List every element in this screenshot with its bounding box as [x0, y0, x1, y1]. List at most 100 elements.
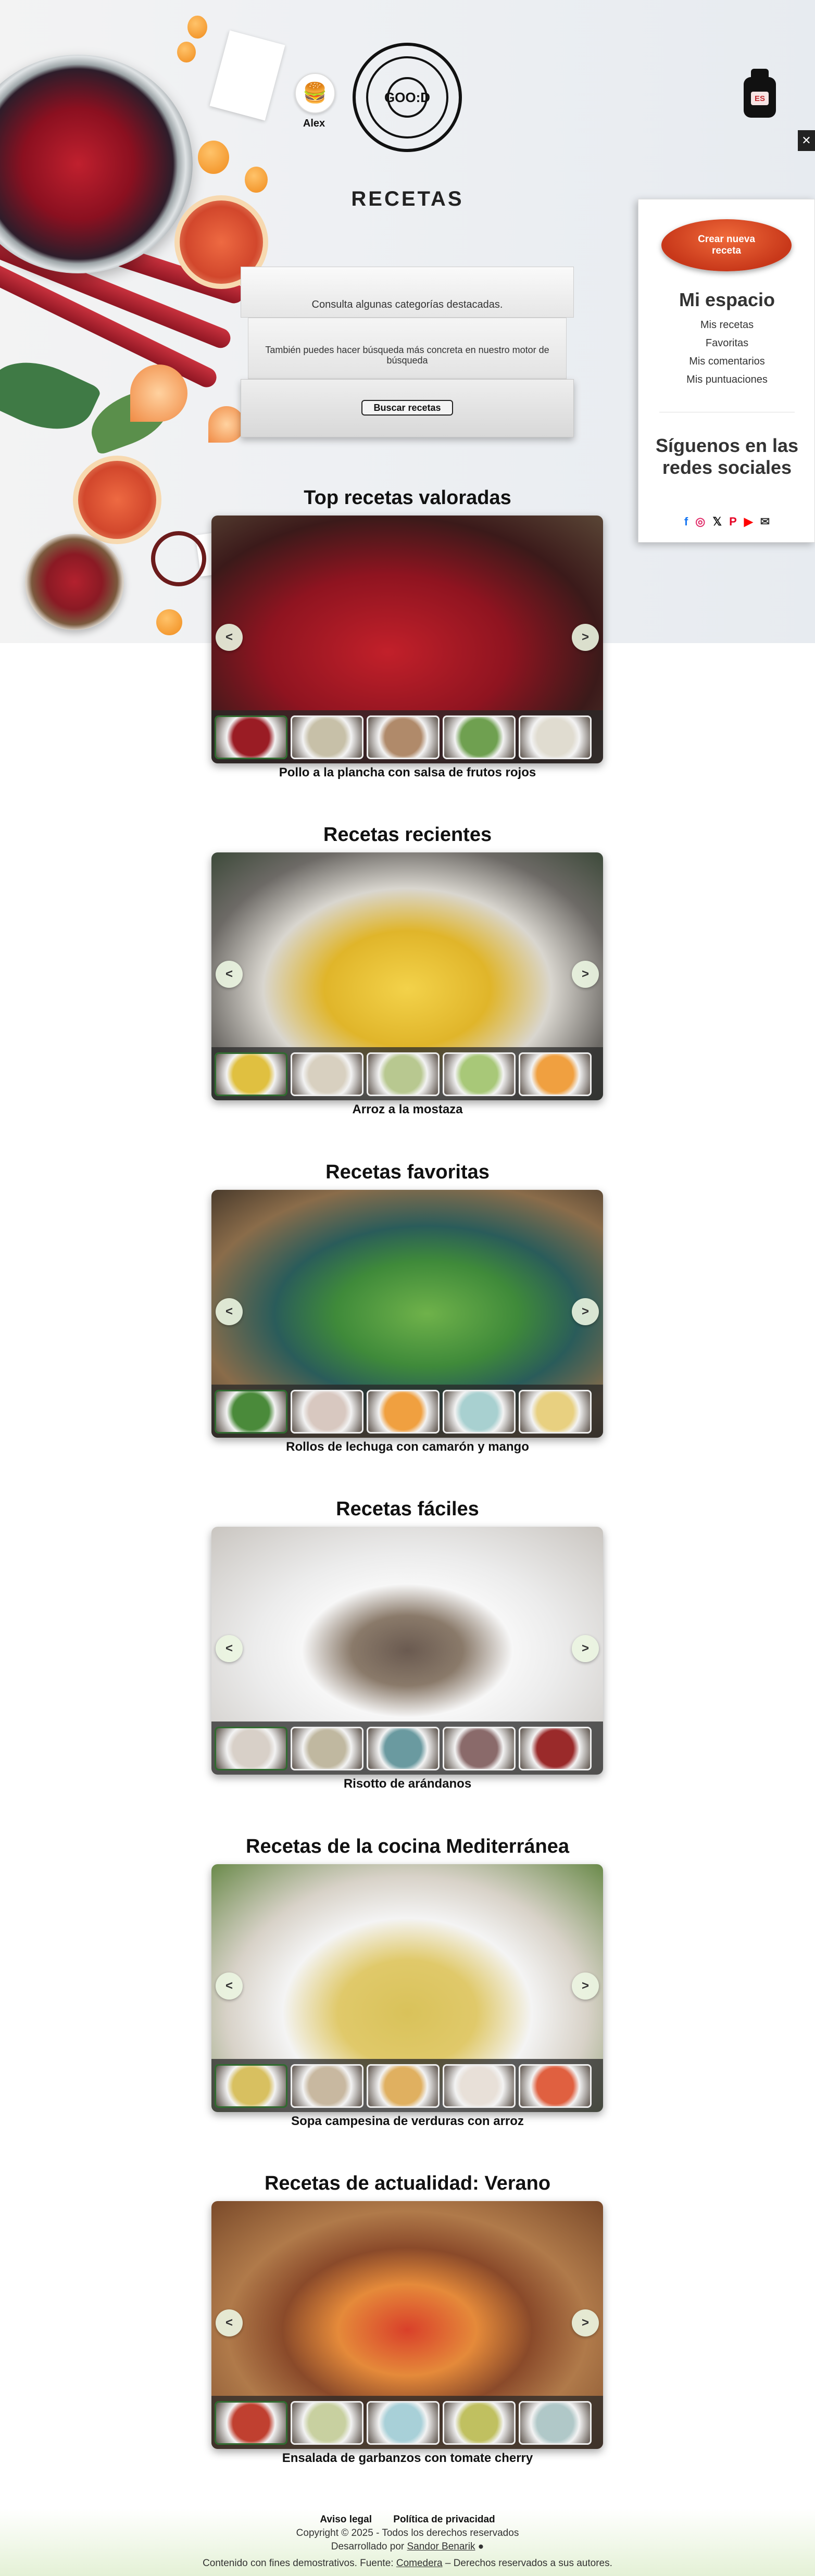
carousel-prev-button[interactable]: < [216, 2309, 243, 2336]
flower-decoration [208, 406, 245, 443]
github-icon[interactable]: ● [478, 2541, 484, 2552]
section-title: Recetas de actualidad: Verano [264, 2172, 551, 2194]
carousel-thumbnail[interactable] [443, 715, 516, 759]
source-prefix: Contenido con fines demostrativos. Fuent… [203, 2558, 394, 2569]
sidebar-item-favorites[interactable]: Favoritas [638, 337, 815, 349]
pepper-bowl-decoration [25, 534, 124, 630]
carousel-prev-button[interactable]: < [216, 1298, 243, 1325]
section-title: Top recetas valoradas [304, 487, 511, 509]
carousel-thumbnail[interactable] [367, 715, 440, 759]
my-space-title: Mi espacio [679, 289, 775, 310]
carousel-thumbnail[interactable] [291, 715, 363, 759]
carousel-thumbnail[interactable] [291, 1052, 363, 1096]
footer-links: Aviso legal Política de privacidad [0, 2514, 815, 2525]
recipe-caption[interactable]: Rollos de lechuga con camarón y mango [156, 1440, 659, 1454]
kumquat-decoration [177, 42, 196, 62]
card-search-text: También puedes hacer búsqueda más concre… [265, 345, 549, 366]
language-selector[interactable]: ES [744, 69, 776, 118]
section-title: Recetas de la cocina Mediterránea [246, 1836, 569, 1857]
carousel-thumbnail[interactable] [367, 1727, 440, 1770]
carousel-prev-button[interactable]: < [216, 1635, 243, 1662]
carousel-thumbnail[interactable] [443, 1390, 516, 1434]
carousel-prev-button[interactable]: < [216, 624, 243, 651]
create-recipe-button[interactable]: Crear nueva receta [661, 219, 792, 271]
carousel-next-button[interactable]: > [572, 1635, 599, 1662]
carousel-thumbnail[interactable] [443, 2401, 516, 2445]
recipe-caption[interactable]: Risotto de arándanos [156, 1777, 659, 1791]
page-title: RECETAS [351, 187, 464, 210]
carousel-thumbnail[interactable] [291, 2064, 363, 2108]
burger-icon: 🍔 [303, 82, 328, 104]
carousel-next-button[interactable]: > [572, 1972, 599, 2000]
user-avatar[interactable]: 🍔 [295, 73, 335, 114]
carousel-thumbnail[interactable] [215, 2064, 287, 2108]
recipe-carousel: < > [211, 1864, 603, 2112]
carousel-thumbnail[interactable] [443, 1727, 516, 1770]
sidebar-item-my-comments[interactable]: Mis comentarios [638, 356, 815, 368]
carousel-thumbnail[interactable] [519, 1052, 592, 1096]
recipe-carousel: < > [211, 516, 603, 763]
carousel-thumbnail[interactable] [367, 2401, 440, 2445]
carousel-prev-button[interactable]: < [216, 961, 243, 988]
legal-notice-link[interactable]: Aviso legal [320, 2514, 372, 2525]
carousel-thumbnail[interactable] [215, 1390, 287, 1434]
carousel-thumbnail[interactable] [215, 715, 287, 759]
carousel-thumbnail[interactable] [519, 2401, 592, 2445]
x-icon[interactable]: 𝕏 [712, 515, 722, 529]
carousel-next-button[interactable]: > [572, 1298, 599, 1325]
leaf-decoration [0, 345, 102, 446]
recipe-caption[interactable]: Sopa campesina de verduras con arroz [156, 2114, 659, 2129]
search-card: Consulta algunas categorías destacadas. … [241, 267, 574, 437]
carousel-thumbnail[interactable] [519, 1727, 592, 1770]
social-title: Síguenos en las redes sociales [655, 435, 799, 478]
carousel-thumbnail[interactable] [443, 2064, 516, 2108]
privacy-policy-link[interactable]: Política de privacidad [393, 2514, 495, 2525]
carousel-thumbnail[interactable] [291, 2401, 363, 2445]
carousel-next-button[interactable]: > [572, 624, 599, 651]
recipe-carousel: < > [211, 1527, 603, 1775]
sidebar-item-my-ratings[interactable]: Mis puntuaciones [638, 374, 815, 386]
carousel-thumbnail[interactable] [519, 1390, 592, 1434]
recipe-carousel: < > [211, 852, 603, 1100]
copyright-text: Copyright © 2025 - Todos los derechos re… [296, 2528, 519, 2539]
carousel-thumbnail[interactable] [215, 1052, 287, 1096]
carousel-thumbnail[interactable] [519, 715, 592, 759]
sidebar-item-my-recipes[interactable]: Mis recetas [638, 319, 815, 331]
carousel-thumbnail[interactable] [215, 2401, 287, 2445]
carousel-thumbnail[interactable] [367, 2064, 440, 2108]
site-logo[interactable]: GOO:D [353, 43, 462, 152]
berries-bowl-decoration [0, 55, 193, 273]
source-suffix: – Derechos reservados a sus autores. [445, 2558, 612, 2569]
developed-prefix: Desarrollado por [331, 2541, 405, 2552]
close-button[interactable]: ✕ [798, 130, 815, 151]
carousel-thumbnail[interactable] [367, 1390, 440, 1434]
facebook-icon[interactable]: f [684, 515, 688, 529]
carousel-thumbnail[interactable] [443, 1052, 516, 1096]
photo-decoration [209, 30, 285, 121]
user-name[interactable]: Alex [295, 118, 333, 130]
section-title: Recetas recientes [323, 824, 492, 846]
pinterest-icon[interactable]: P [729, 515, 737, 529]
carousel-thumbnail[interactable] [215, 1727, 287, 1770]
section-title: Recetas favoritas [325, 1161, 490, 1183]
source-notice: Contenido con fines demostrativos. Fuent… [0, 2558, 815, 2569]
carousel-thumbnail[interactable] [291, 1390, 363, 1434]
source-link[interactable]: Comedera [396, 2558, 443, 2569]
instagram-icon[interactable]: ◎ [695, 515, 705, 529]
mail-icon[interactable]: ✉ [760, 515, 770, 529]
recipe-caption[interactable]: Arroz a la mostaza [156, 1102, 659, 1117]
flower-decoration [130, 365, 187, 422]
carousel-thumbnail[interactable] [519, 2064, 592, 2108]
card-intro-text: Consulta algunas categorías destacadas. [311, 299, 503, 310]
footer: Aviso legal Política de privacidad Copyr… [0, 2509, 815, 2576]
developer-link[interactable]: Sandor Benarik [407, 2541, 475, 2552]
carousel-next-button[interactable]: > [572, 961, 599, 988]
carousel-next-button[interactable]: > [572, 2309, 599, 2336]
recipe-caption[interactable]: Ensalada de garbanzos con tomate cherry [156, 2451, 659, 2466]
search-recipes-button[interactable]: Buscar recetas [361, 400, 453, 416]
youtube-icon[interactable]: ▶ [744, 515, 753, 529]
carousel-prev-button[interactable]: < [216, 1972, 243, 2000]
carousel-thumbnail[interactable] [367, 1052, 440, 1096]
carousel-thumbnail[interactable] [291, 1727, 363, 1770]
recipe-caption[interactable]: Pollo a la plancha con salsa de frutos r… [156, 765, 659, 780]
